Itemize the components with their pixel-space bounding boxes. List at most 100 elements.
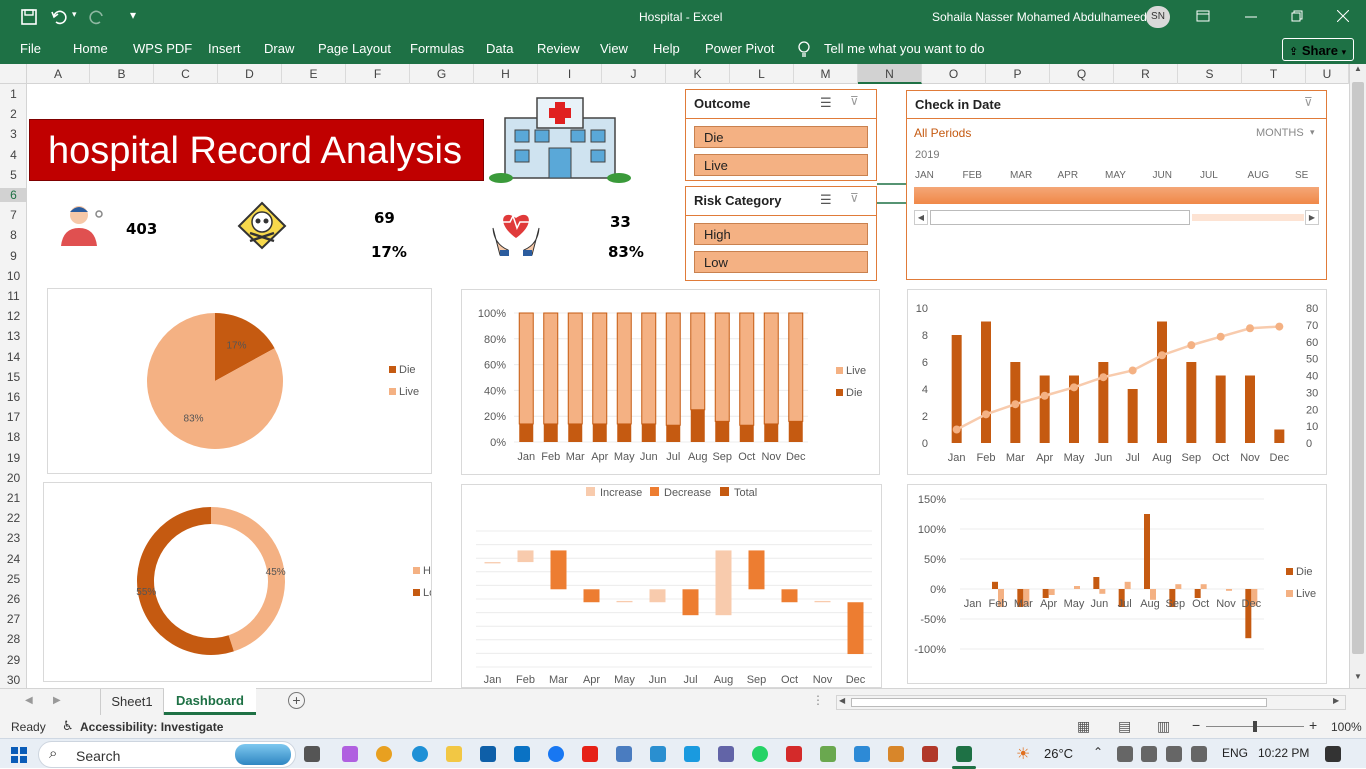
monthly-change-chart[interactable]: -100% -50% 0% 50% 100% 150% Jan Feb Mar Apr May Jun… <box>907 484 1327 684</box>
zoom-slider-thumb[interactable] <box>1253 721 1257 732</box>
row-header[interactable]: 11 <box>0 289 27 303</box>
scroll-left-icon[interactable]: ◀ <box>914 210 928 225</box>
volume-icon[interactable] <box>1191 746 1207 762</box>
row-header[interactable]: 20 <box>0 471 27 485</box>
row-header[interactable]: 8 <box>0 228 27 242</box>
store-icon[interactable] <box>480 746 496 762</box>
weather-temp[interactable]: 26°C <box>1044 746 1073 761</box>
vertical-scrollbar[interactable]: ▲ ▼ <box>1349 64 1366 688</box>
share-button[interactable]: ⇪ Share ▾ <box>1282 38 1354 61</box>
column-header[interactable]: F <box>346 64 410 84</box>
row-header[interactable]: 16 <box>0 390 27 404</box>
multi-select-icon[interactable]: ☰ <box>820 192 832 208</box>
zoom-out-icon[interactable]: − <box>1192 717 1200 733</box>
check-in-date-timeline[interactable]: Check in Date ⊽ All Periods MONTHS ▾ 201… <box>906 90 1327 280</box>
time-level-dropdown[interactable]: MONTHS <box>1256 127 1304 139</box>
minimize-icon[interactable] <box>1245 16 1257 18</box>
whatsapp-icon[interactable] <box>752 746 768 762</box>
ribbon-display-icon[interactable] <box>1196 10 1210 22</box>
undo-dropdown-icon[interactable]: ▾ <box>72 9 77 20</box>
column-header[interactable]: N <box>858 64 922 84</box>
clear-filter-icon[interactable]: ⊽ <box>850 94 859 108</box>
page-layout-view-icon[interactable]: ▤ <box>1118 718 1131 735</box>
customize-toolbar-icon[interactable]: ▾ <box>130 8 136 22</box>
tab-home[interactable]: Home <box>73 41 108 56</box>
battery-icon[interactable] <box>1141 746 1157 762</box>
row-header[interactable]: 7 <box>0 208 27 222</box>
next-sheet-icon[interactable]: ▶ <box>53 695 61 706</box>
row-header[interactable]: 21 <box>0 491 27 505</box>
photos-icon[interactable] <box>854 746 870 762</box>
column-header[interactable]: R <box>1114 64 1178 84</box>
row-header[interactable]: 25 <box>0 572 27 586</box>
facebook-icon[interactable] <box>548 746 564 762</box>
app-icon[interactable] <box>616 746 632 762</box>
app-icon[interactable] <box>650 746 666 762</box>
taskbar-search[interactable]: ⌕ Search <box>38 741 296 768</box>
dashboard-sheet[interactable]: hospital Record Analysis 403 69 17% 33 8… <box>27 84 1349 688</box>
column-header[interactable]: H <box>474 64 538 84</box>
winrar-icon[interactable] <box>922 746 938 762</box>
timeline-month[interactable]: JUN <box>1153 170 1172 181</box>
zoom-slider[interactable] <box>1206 721 1304 732</box>
column-header[interactable]: D <box>218 64 282 84</box>
excel-icon[interactable] <box>956 746 972 762</box>
monthly-combo-chart[interactable]: 0 2 4 6 8 10 0 10 20 30 40 50 60 70 80 Jan Feb Mar Apr May J… <box>907 289 1327 475</box>
column-header[interactable]: E <box>282 64 346 84</box>
vertical-scroll-thumb[interactable] <box>1352 82 1364 654</box>
row-header[interactable]: 28 <box>0 632 27 646</box>
slicer-item-live[interactable]: Live <box>694 154 868 176</box>
outlook-icon[interactable] <box>514 746 530 762</box>
risk-donut-chart[interactable]: 45% 55% High Low <box>43 482 446 682</box>
row-header[interactable]: 22 <box>0 511 27 525</box>
row-header[interactable]: 5 <box>0 168 27 182</box>
row-header[interactable]: 1 <box>0 87 27 101</box>
row-header[interactable]: 10 <box>0 269 27 283</box>
scroll-left-icon[interactable]: ◀ <box>839 696 845 705</box>
scroll-down-icon[interactable]: ▼ <box>1352 672 1364 686</box>
teams-icon[interactable] <box>718 746 734 762</box>
row-header[interactable]: 29 <box>0 653 27 667</box>
column-header[interactable]: A <box>27 64 90 84</box>
row-header[interactable]: 6 <box>0 188 27 202</box>
timeline-month[interactable]: JAN <box>915 170 934 181</box>
tab-split-icon[interactable]: ⋮ <box>812 693 824 707</box>
timeline-scrollbar[interactable]: ◀ ▶ <box>914 210 1319 225</box>
column-header[interactable]: K <box>666 64 730 84</box>
row-header[interactable]: 12 <box>0 309 27 323</box>
tab-data[interactable]: Data <box>486 41 513 56</box>
outcome-slicer[interactable]: Outcome ☰ ⊽ Die Live <box>685 89 877 181</box>
app-icon[interactable] <box>1117 746 1133 762</box>
slicer-item-low[interactable]: Low <box>694 251 868 273</box>
column-header[interactable]: U <box>1306 64 1349 84</box>
row-header[interactable]: 17 <box>0 410 27 424</box>
row-header[interactable]: 13 <box>0 329 27 343</box>
column-header[interactable]: S <box>1178 64 1242 84</box>
tab-sheet1[interactable]: Sheet1 <box>100 689 164 715</box>
row-header[interactable]: 4 <box>0 148 27 162</box>
tab-page-layout[interactable]: Page Layout <box>318 41 391 56</box>
column-header[interactable]: J <box>602 64 666 84</box>
tab-power-pivot[interactable]: Power Pivot <box>705 41 774 56</box>
horizontal-scrollbar[interactable]: ◀ ▶ <box>836 695 1346 710</box>
horizontal-scroll-thumb[interactable] <box>851 698 1267 707</box>
column-header[interactable]: B <box>90 64 154 84</box>
row-header[interactable]: 14 <box>0 350 27 364</box>
slicer-item-high[interactable]: High <box>694 223 868 245</box>
column-header[interactable]: M <box>794 64 858 84</box>
row-header[interactable]: 2 <box>0 107 27 121</box>
tab-help[interactable]: Help <box>653 41 680 56</box>
monthly-outcome-stacked-chart[interactable]: 0% 20% 40% 60% 80% 100% Jan Feb Mar Apr May Jun Jul A… <box>461 289 880 475</box>
timeline-month[interactable]: JUL <box>1200 170 1218 181</box>
clock[interactable]: 10:22 PM <box>1258 746 1309 760</box>
tab-file[interactable]: File <box>20 41 41 56</box>
row-header[interactable]: 27 <box>0 612 27 626</box>
chrome-icon[interactable] <box>376 746 392 762</box>
timeline-selection-bar[interactable] <box>914 187 1319 204</box>
restore-icon[interactable] <box>1291 10 1303 22</box>
timeline-month[interactable]: APR <box>1058 170 1079 181</box>
row-header[interactable]: 24 <box>0 552 27 566</box>
tab-formulas[interactable]: Formulas <box>410 41 464 56</box>
timeline-month[interactable]: AUG <box>1248 170 1270 181</box>
row-header[interactable]: 3 <box>0 127 27 141</box>
